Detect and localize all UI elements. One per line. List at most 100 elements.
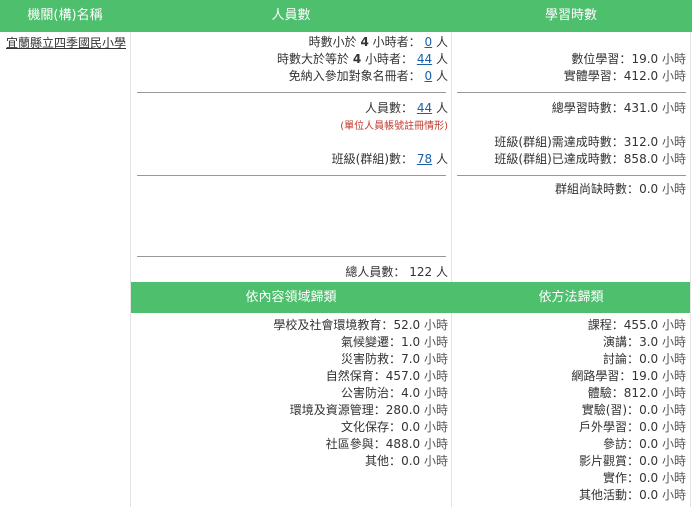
agency-name-link[interactable]: 宜蘭縣立四季國民小學 [6, 36, 126, 50]
content-item-value: 0.0 [401, 454, 421, 468]
header-agency: 機關(構)名稱 [27, 8, 103, 23]
content-item-row: 環境及資源管理：280.0 小時 [290, 402, 448, 419]
people-count-row: 人員數： 44 人 [365, 100, 448, 117]
hour-unit: 小時 [423, 318, 448, 332]
hours-class-required-value: 312.0 [623, 135, 659, 149]
people-register-note: (單位人員帳號註冊情形) [340, 121, 448, 132]
hour-unit: 小時 [423, 454, 448, 468]
content-item-value: 0.0 [401, 420, 421, 434]
hour-unit: 小時 [661, 403, 686, 417]
hour-unit: 小時 [661, 420, 686, 434]
content-item-row: 學校及社會環境教育：52.0 小時 [273, 317, 448, 334]
content-item-label: 文化保存： [341, 420, 402, 434]
method-item-value: 19.0 [631, 369, 659, 383]
method-item-row: 其他活動：0.0 小時 [579, 487, 686, 504]
divider [457, 92, 686, 93]
hours-physical-label: 實體學習： [563, 69, 624, 83]
method-item-value: 812.0 [623, 386, 659, 400]
content-item-label: 學校及社會環境教育： [273, 318, 394, 332]
method-item-row: 演講：3.0 小時 [603, 334, 686, 351]
hour-unit: 小時 [423, 437, 448, 451]
people-class-label: 班級(群組)數： [331, 152, 414, 166]
method-item-row: 討論：0.0 小時 [603, 351, 686, 368]
hour-unit: 小時 [423, 352, 448, 366]
people-ge4-num: 4 [352, 52, 362, 66]
method-item-value: 3.0 [639, 335, 659, 349]
hour-unit: 小時 [661, 386, 686, 400]
method-item-label: 參訪： [603, 437, 640, 451]
hours-physical-row: 實體學習：412.0 小時 [564, 68, 686, 85]
hours-unit: 小時 [661, 69, 686, 83]
hours-unit: 小時 [661, 52, 686, 66]
content-item-row: 氣候變遷：1.0 小時 [341, 334, 448, 351]
hour-unit: 小時 [661, 454, 686, 468]
people-unit: 人 [435, 101, 448, 115]
method-item-label: 演講： [603, 335, 640, 349]
method-item-value: 0.0 [639, 403, 659, 417]
people-lt4-row: 時數小於 4 小時者： 0 人 [309, 34, 448, 51]
method-item-row: 戶外學習：0.0 小時 [579, 419, 686, 436]
people-unit: 人 [435, 69, 448, 83]
divider [137, 256, 446, 257]
content-item-label: 氣候變遷： [341, 335, 402, 349]
column-divider [130, 32, 131, 507]
content-item-label: 公害防治： [341, 386, 402, 400]
hours-digital-row: 數位學習：19.0 小時 [571, 51, 686, 68]
people-total-label: 總人員數： [345, 265, 406, 279]
hour-unit: 小時 [423, 369, 448, 383]
hour-unit: 小時 [661, 437, 686, 451]
header-by-content: 依內容領域歸類 [245, 290, 337, 305]
content-item-value: 1.0 [401, 335, 421, 349]
hours-group-missing-row: 群組尚缺時數：0.0 小時 [555, 181, 686, 198]
content-item-row: 其他：0.0 小時 [365, 453, 448, 470]
people-class-value-link[interactable]: 78 [417, 152, 432, 166]
content-item-row: 自然保育：457.0 小時 [326, 368, 448, 385]
hours-class-required-label: 班級(群組)需達成時數： [494, 135, 624, 149]
people-unit: 人 [435, 52, 448, 66]
hours-total-label: 總學習時數： [551, 101, 624, 115]
people-unit: 人 [435, 265, 448, 279]
hours-total-row: 總學習時數：431.0 小時 [552, 100, 686, 117]
method-item-value: 0.0 [639, 420, 659, 434]
content-item-row: 社區參與：488.0 小時 [326, 436, 448, 453]
people-exempt-value-link[interactable]: 0 [425, 69, 433, 83]
hours-digital-label: 數位學習： [571, 52, 632, 66]
content-item-label: 自然保育： [325, 369, 386, 383]
hours-class-required-row: 班級(群組)需達成時數：312.0 小時 [494, 134, 686, 151]
hours-class-done-label: 班級(群組)已達成時數： [494, 152, 624, 166]
method-item-row: 實作：0.0 小時 [603, 470, 686, 487]
people-count-value-link[interactable]: 44 [417, 101, 432, 115]
hour-unit: 小時 [423, 420, 448, 434]
divider [137, 175, 446, 176]
content-item-value: 457.0 [385, 369, 421, 383]
hours-unit: 小時 [661, 152, 686, 166]
people-unit: 人 [435, 152, 448, 166]
hour-unit: 小時 [661, 352, 686, 366]
hour-unit: 小時 [423, 386, 448, 400]
method-item-label: 實驗(習)： [581, 403, 640, 417]
header-people: 人員數 [271, 8, 311, 23]
header-hours: 學習時數 [544, 8, 597, 23]
method-item-value: 0.0 [639, 488, 659, 502]
column-divider [690, 32, 691, 507]
content-item-value: 7.0 [401, 352, 421, 366]
method-item-value: 0.0 [639, 471, 659, 485]
hours-group-missing-label: 群組尚缺時數： [555, 182, 640, 196]
people-ge4-row: 時數大於等於 4 小時者： 44 人 [277, 51, 448, 68]
content-item-value: 280.0 [385, 403, 421, 417]
method-item-label: 實作： [603, 471, 640, 485]
hours-total-value: 431.0 [623, 101, 659, 115]
people-ge4-value-link[interactable]: 44 [417, 52, 432, 66]
hour-unit: 小時 [423, 335, 448, 349]
method-item-row: 課程：455.0 小時 [588, 317, 686, 334]
people-lt4-suffix: 小時者： [372, 35, 421, 49]
people-lt4-num: 4 [360, 35, 369, 49]
content-item-label: 其他： [365, 454, 402, 468]
method-item-row: 體驗：812.0 小時 [588, 385, 686, 402]
people-lt4-value-link[interactable]: 0 [425, 35, 433, 49]
hour-unit: 小時 [661, 318, 686, 332]
hours-class-done-row: 班級(群組)已達成時數：858.0 小時 [494, 151, 686, 168]
hour-unit: 小時 [661, 335, 686, 349]
people-total-value: 122 [409, 265, 433, 279]
method-item-label: 課程： [587, 318, 624, 332]
